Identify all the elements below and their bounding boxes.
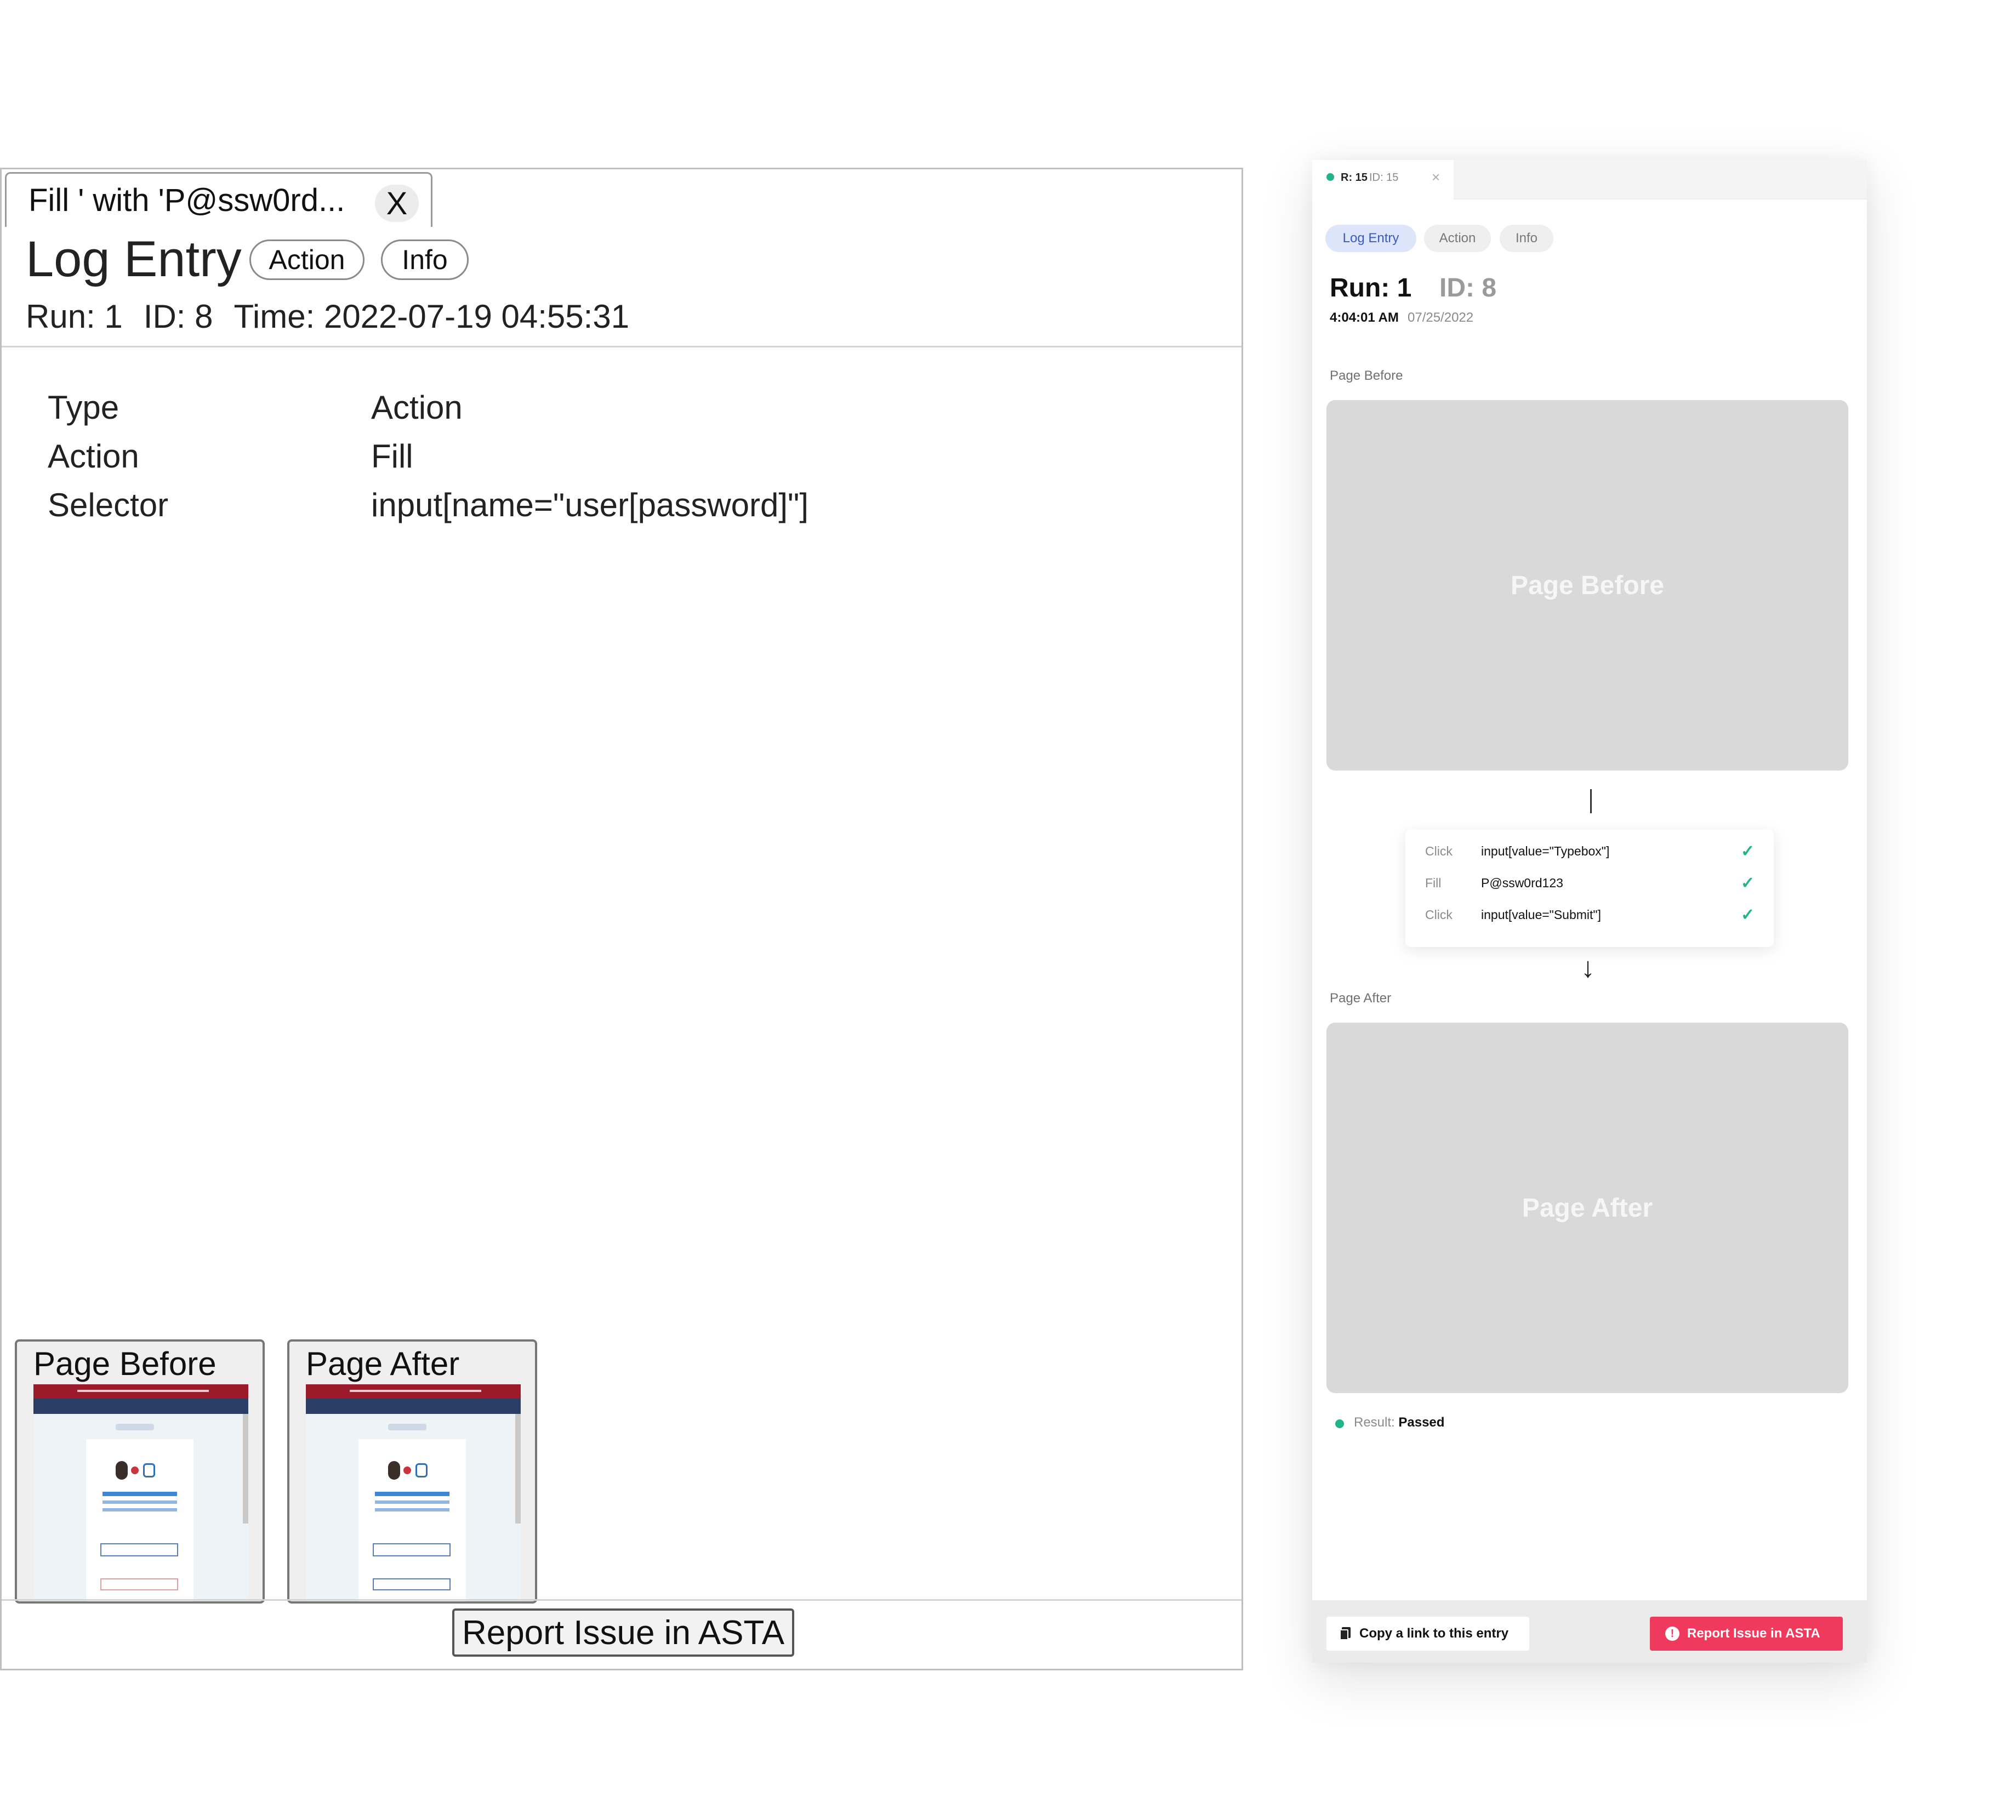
- step-action: Fill: [1425, 876, 1442, 890]
- thumbnail-label: Page Before: [33, 1345, 217, 1382]
- entry-time: 4:04:01 AM: [1330, 310, 1399, 325]
- copy-link-label: Copy a link to this entry: [1359, 1626, 1509, 1641]
- page-before-image[interactable]: Page Before: [1326, 400, 1848, 771]
- tab-action[interactable]: Action: [1424, 225, 1491, 252]
- copy-link-button[interactable]: Copy a link to this entry: [1326, 1617, 1529, 1651]
- copy-icon: [1340, 1627, 1351, 1640]
- step-row: Click input[value="Submit"] ✓: [1405, 904, 1774, 926]
- check-icon: ✓: [1741, 842, 1755, 860]
- result-line: Result: Passed: [1354, 1415, 1444, 1430]
- log-entry-tab[interactable]: Fill ' with 'P@ssw0rd... X: [5, 172, 432, 227]
- entry-id: ID: 8: [1439, 273, 1497, 303]
- entry-id: ID: 8: [143, 298, 213, 335]
- page-before-screenshot: [33, 1384, 248, 1601]
- page-before-label: Page Before: [1330, 368, 1403, 383]
- steps-card: Click input[value="Typebox"] ✓ Fill P@ss…: [1405, 830, 1774, 947]
- detail-value: Action: [371, 389, 463, 426]
- page-after-image[interactable]: Page After: [1326, 1023, 1848, 1393]
- tab-run: R: 15: [1341, 172, 1368, 184]
- report-issue-label: Report Issue in ASTA: [1687, 1626, 1820, 1641]
- check-icon: ✓: [1741, 906, 1755, 924]
- panel-footer: Copy a link to this entry ! Report Issue…: [1312, 1600, 1867, 1663]
- arrow-down-icon: ↓: [1581, 952, 1595, 984]
- old-log-entry-panel: Fill ' with 'P@ssw0rd... X Log Entry Act…: [0, 168, 1243, 1670]
- tab-close-button[interactable]: X: [375, 185, 419, 222]
- tab-log-entry[interactable]: Log Entry: [1325, 225, 1416, 252]
- tab-info[interactable]: Info: [1500, 225, 1553, 252]
- close-icon[interactable]: ×: [1432, 169, 1440, 186]
- tab-bar: R: 15 ID: 15 ×: [1312, 160, 1867, 199]
- detail-value: Fill: [371, 438, 413, 475]
- entry-date: 07/25/2022: [1408, 310, 1474, 325]
- step-row: Click input[value="Typebox"] ✓: [1405, 841, 1774, 863]
- new-log-entry-panel: R: 15 ID: 15 × Log Entry Action Info Run…: [1312, 160, 1867, 1663]
- page-title: Log Entry: [26, 231, 242, 287]
- run-number: Run: 1: [26, 298, 123, 335]
- report-issue-button[interactable]: ! Report Issue in ASTA: [1650, 1617, 1843, 1651]
- alert-icon: !: [1665, 1627, 1679, 1641]
- step-row: Fill P@ssw0rd123 ✓: [1405, 872, 1774, 894]
- detail-key: Type: [48, 389, 119, 426]
- detail-value: input[name="user[password]"]: [371, 487, 809, 523]
- page-after-thumbnail[interactable]: Page After: [287, 1339, 537, 1604]
- step-value: P@ssw0rd123: [1481, 876, 1563, 890]
- check-icon: ✓: [1741, 874, 1755, 892]
- tab-id: ID: 15: [1369, 172, 1399, 184]
- detail-key: Selector: [48, 487, 169, 523]
- report-issue-button[interactable]: Report Issue in ASTA: [452, 1608, 794, 1657]
- run-number: Run: 1: [1330, 273, 1412, 303]
- result-value: Passed: [1398, 1415, 1445, 1430]
- entry-footer: Report Issue in ASTA: [2, 1599, 1242, 1669]
- info-tag-button[interactable]: Info: [381, 239, 469, 280]
- connector-line: [1590, 789, 1592, 813]
- step-value: input[value="Submit"]: [1481, 908, 1601, 922]
- page-before-thumbnail[interactable]: Page Before: [15, 1339, 265, 1604]
- tab-label: Fill ' with 'P@ssw0rd...: [29, 182, 345, 218]
- step-action: Click: [1425, 908, 1453, 922]
- entry-meta: Run: 1 ID: 8 Time: 2022-07-19 04:55:31: [26, 298, 650, 335]
- entry-tab[interactable]: R: 15 ID: 15 ×: [1312, 160, 1454, 199]
- step-value: input[value="Typebox"]: [1481, 844, 1610, 858]
- step-action: Click: [1425, 844, 1453, 858]
- status-dot: [1326, 173, 1334, 181]
- thumbnail-label: Page After: [306, 1345, 460, 1382]
- result-label: Result:: [1354, 1415, 1395, 1430]
- action-tag-button[interactable]: Action: [249, 239, 365, 280]
- entry-time: Time: 2022-07-19 04:55:31: [234, 298, 630, 335]
- page-after-label: Page After: [1330, 991, 1392, 1006]
- detail-key: Action: [48, 438, 139, 475]
- page-after-screenshot: [306, 1384, 521, 1601]
- entry-header: Log Entry Action Info Run: 1 ID: 8 Time: 2…: [2, 225, 1242, 347]
- result-status-dot: [1335, 1419, 1344, 1428]
